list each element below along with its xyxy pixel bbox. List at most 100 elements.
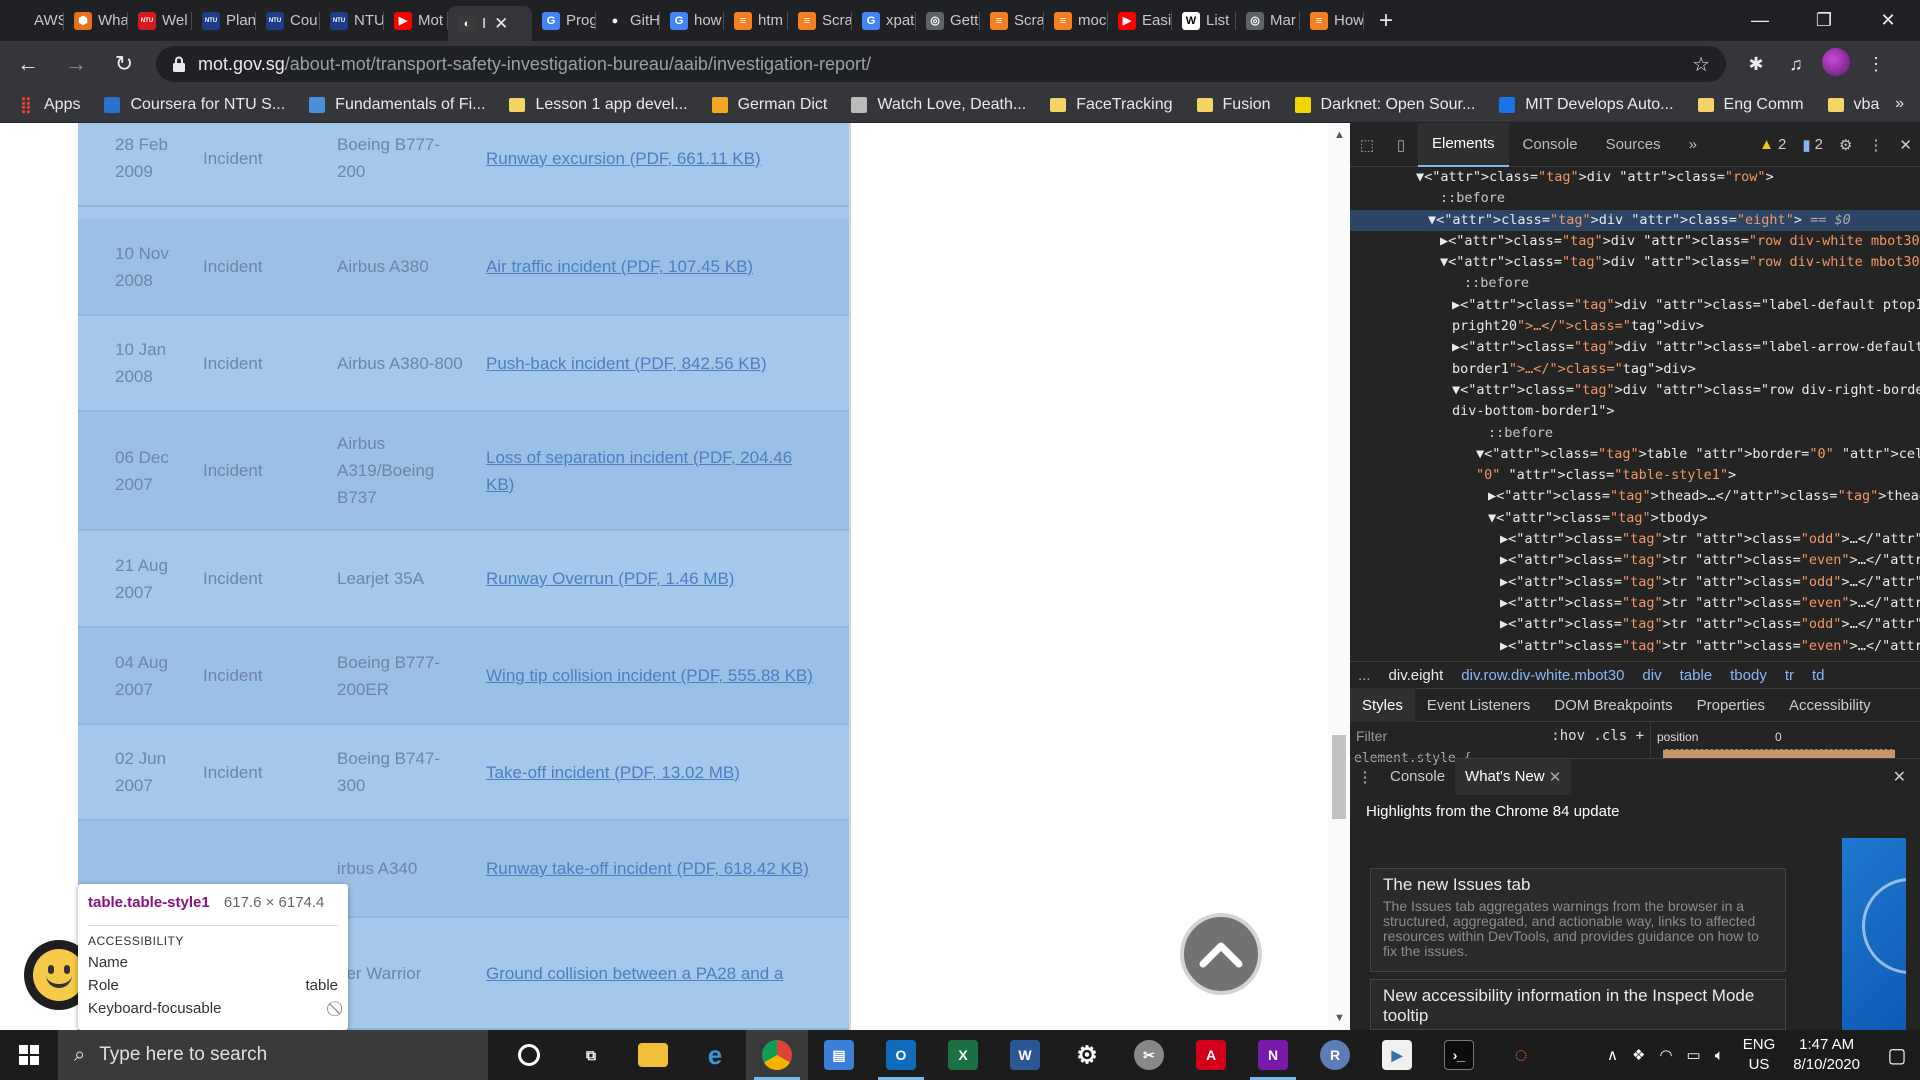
dom-pseudo-element[interactable]: ::before bbox=[1350, 423, 1920, 444]
word-icon[interactable]: W bbox=[994, 1030, 1056, 1080]
dom-node[interactable]: border1">…</">class="tag">div> bbox=[1350, 359, 1920, 380]
dom-node[interactable]: ▶<"attr">class="tag">thead>…</"attr">cla… bbox=[1350, 486, 1920, 507]
taskbar-search[interactable]: ⌕ Type here to search bbox=[58, 1030, 488, 1080]
tab-console[interactable]: Console bbox=[1509, 123, 1592, 167]
browser-tab[interactable]: ≡ htm bbox=[724, 0, 788, 41]
report-pdf-link[interactable]: Runway excursion (PDF, 661.11 KB) bbox=[486, 145, 816, 172]
wifi-icon[interactable]: ◠ bbox=[1659, 1046, 1672, 1064]
report-pdf-link[interactable]: Runway take-off incident (PDF, 618.42 KB… bbox=[486, 855, 816, 882]
battery-icon[interactable]: ▭ bbox=[1687, 1046, 1701, 1064]
browser-tab[interactable]: G Prog bbox=[532, 0, 596, 41]
browser-tab[interactable]: Gxpat bbox=[852, 0, 916, 41]
snipping-tool-icon[interactable]: ✂ bbox=[1118, 1030, 1180, 1080]
browser-tab[interactable]: NTU Cou bbox=[256, 0, 320, 41]
breadcrumb-item[interactable]: div.row.div-white.mbot30 bbox=[1461, 667, 1624, 684]
dom-node[interactable]: ▼<"attr">class="tag">table "attr">border… bbox=[1350, 444, 1920, 465]
news-icon[interactable]: ▤ bbox=[808, 1030, 870, 1080]
dom-node[interactable]: div-bottom-border1"> bbox=[1350, 401, 1920, 422]
subtab-accessibility[interactable]: Accessibility bbox=[1777, 688, 1883, 722]
report-pdf-link[interactable]: Wing tip collision incident (PDF, 555.88… bbox=[486, 662, 816, 689]
bookmarks-overflow-icon[interactable]: » bbox=[1895, 95, 1904, 113]
warning-icon[interactable]: ▲ bbox=[1759, 136, 1774, 153]
dom-node[interactable]: ▶<"attr">class="tag">tr "attr">class="ev… bbox=[1350, 593, 1920, 614]
start-button[interactable] bbox=[0, 1030, 58, 1080]
browser-tab[interactable]: NTU Plan bbox=[192, 0, 256, 41]
browser-tab[interactable]: ≡ moc bbox=[1044, 0, 1108, 41]
message-icon[interactable]: ▮ bbox=[1802, 136, 1810, 154]
drawer-tab-whats-new[interactable]: What's New ✕ bbox=[1455, 758, 1572, 795]
dom-node[interactable]: ▶<"attr">class="tag">tr "attr">class="od… bbox=[1350, 529, 1920, 550]
breadcrumb-item[interactable]: table bbox=[1680, 667, 1713, 684]
browser-tab[interactable]: NTU Wel bbox=[128, 0, 192, 41]
page-scrollbar[interactable]: ▲ ▼ bbox=[1328, 123, 1350, 1030]
close-drawer-icon[interactable]: ✕ bbox=[1893, 767, 1906, 787]
chrome-icon[interactable] bbox=[746, 1030, 808, 1080]
devtools-menu-icon[interactable]: ⋮ bbox=[1868, 136, 1883, 154]
bookmark-item[interactable]: FaceTracking bbox=[1050, 96, 1173, 114]
scroll-up-arrow-icon[interactable]: ▲ bbox=[1334, 129, 1345, 141]
subtab-event-listeners[interactable]: Event Listeners bbox=[1415, 688, 1542, 722]
bookmark-item[interactable]: Fusion bbox=[1196, 96, 1271, 114]
subtab-styles[interactable]: Styles bbox=[1350, 688, 1415, 722]
tab-sources[interactable]: Sources bbox=[1592, 123, 1675, 167]
scroll-down-arrow-icon[interactable]: ▼ bbox=[1334, 1012, 1345, 1024]
bookmark-item[interactable]: German Dict bbox=[711, 96, 827, 114]
browser-tab[interactable]: NTU NTU bbox=[320, 0, 384, 41]
report-pdf-link[interactable]: Runway Overrun (PDF, 1.46 MB) bbox=[486, 565, 816, 592]
back-to-top-button[interactable] bbox=[1180, 913, 1262, 995]
dom-tree[interactable]: ▼<"attr">class="tag">div "attr">class="r… bbox=[1350, 167, 1920, 652]
task-view-icon[interactable]: ⧉ bbox=[560, 1030, 622, 1080]
new-tab-button[interactable]: + bbox=[1364, 0, 1408, 41]
browser-tab[interactable]: W List bbox=[1172, 0, 1236, 41]
dom-node[interactable]: ▼<"attr">class="tag">div "attr">class="r… bbox=[1350, 252, 1920, 273]
notifications-icon[interactable]: ▢ bbox=[1874, 1043, 1920, 1068]
report-pdf-link[interactable]: Air traffic incident (PDF, 107.45 KB) bbox=[486, 253, 816, 280]
breadcrumb-item[interactable]: ... bbox=[1358, 667, 1371, 684]
report-pdf-link[interactable]: Loss of separation incident (PDF, 204.46… bbox=[486, 444, 816, 498]
breadcrumb-item[interactable]: div.eight bbox=[1389, 667, 1444, 684]
dom-node[interactable]: ▶<"attr">class="tag">div "attr">class="l… bbox=[1350, 295, 1920, 316]
dom-node[interactable]: ▶<"attr">class="tag">tr "attr">class="ev… bbox=[1350, 550, 1920, 571]
dom-node[interactable]: ▶<"attr">class="tag">tr "attr">class="ev… bbox=[1350, 636, 1920, 652]
input-language[interactable]: ENG US bbox=[1743, 1035, 1776, 1075]
tab-active[interactable]: ◐ I ✕ bbox=[448, 6, 532, 41]
device-toolbar-icon[interactable]: ▯ bbox=[1384, 136, 1418, 154]
drawer-menu-icon[interactable]: ⋮ bbox=[1350, 768, 1380, 786]
dropbox-icon[interactable]: ❖ bbox=[1632, 1046, 1645, 1064]
more-tabs-icon[interactable]: » bbox=[1675, 123, 1711, 167]
apps-shortcut[interactable]: ⣿ Apps bbox=[18, 96, 80, 114]
browser-tab[interactable]: ◎ Gett bbox=[916, 0, 980, 41]
r-app-icon[interactable]: R bbox=[1304, 1030, 1366, 1080]
minimize-button[interactable]: — bbox=[1728, 0, 1792, 41]
bookmark-item[interactable]: MIT Develops Auto... bbox=[1499, 96, 1674, 114]
browser-tab[interactable]: AWS bbox=[0, 0, 64, 41]
media-control-icon[interactable]: ♫ bbox=[1776, 54, 1816, 75]
whats-new-card[interactable]: New accessibility information in the Ins… bbox=[1370, 979, 1786, 1030]
bookmark-item[interactable]: vba bbox=[1827, 96, 1879, 114]
edge-icon[interactable]: e bbox=[684, 1030, 746, 1080]
filter-options[interactable]: :hov .cls + bbox=[1551, 728, 1644, 744]
python-file-icon[interactable]: ▶ bbox=[1366, 1030, 1428, 1080]
back-button[interactable]: ← bbox=[8, 44, 48, 84]
dom-node[interactable]: ▶<"attr">class="tag">tr "attr">class="od… bbox=[1350, 572, 1920, 593]
report-pdf-link[interactable]: Push-back incident (PDF, 842.56 KB) bbox=[486, 350, 816, 377]
acrobat-icon[interactable]: A bbox=[1180, 1030, 1242, 1080]
address-bar[interactable]: mot.gov.sg/about-mot/transport-safety-in… bbox=[156, 46, 1726, 82]
browser-tab[interactable]: ● GitH bbox=[596, 0, 660, 41]
bookmark-item[interactable]: Watch Love, Death... bbox=[851, 96, 1026, 114]
bookmark-item[interactable]: Darknet: Open Sour... bbox=[1294, 96, 1475, 114]
warning-count[interactable]: 2 bbox=[1778, 136, 1786, 153]
file-explorer-icon[interactable] bbox=[622, 1030, 684, 1080]
browser-tab[interactable]: ≡ Scra bbox=[980, 0, 1044, 41]
extensions-puzzle-icon[interactable]: ✱ bbox=[1736, 54, 1776, 75]
scrollbar-thumb[interactable] bbox=[1332, 735, 1346, 819]
kebab-menu-icon[interactable]: ⋮ bbox=[1856, 54, 1896, 75]
dom-node[interactable]: ▼<"attr">class="tag">div "attr">class="e… bbox=[1350, 209, 1920, 231]
bookmark-item[interactable]: Lesson 1 app devel... bbox=[509, 96, 688, 114]
settings-gear-icon[interactable]: ⚙ bbox=[1839, 136, 1852, 154]
reload-button[interactable]: ↻ bbox=[104, 44, 144, 84]
close-tab-icon[interactable]: ✕ bbox=[494, 14, 508, 34]
dom-node[interactable]: ▶<"attr">class="tag">div "attr">class="r… bbox=[1350, 231, 1920, 252]
forward-button[interactable]: → bbox=[56, 44, 96, 84]
terminal-icon[interactable]: ›_ bbox=[1428, 1030, 1490, 1080]
